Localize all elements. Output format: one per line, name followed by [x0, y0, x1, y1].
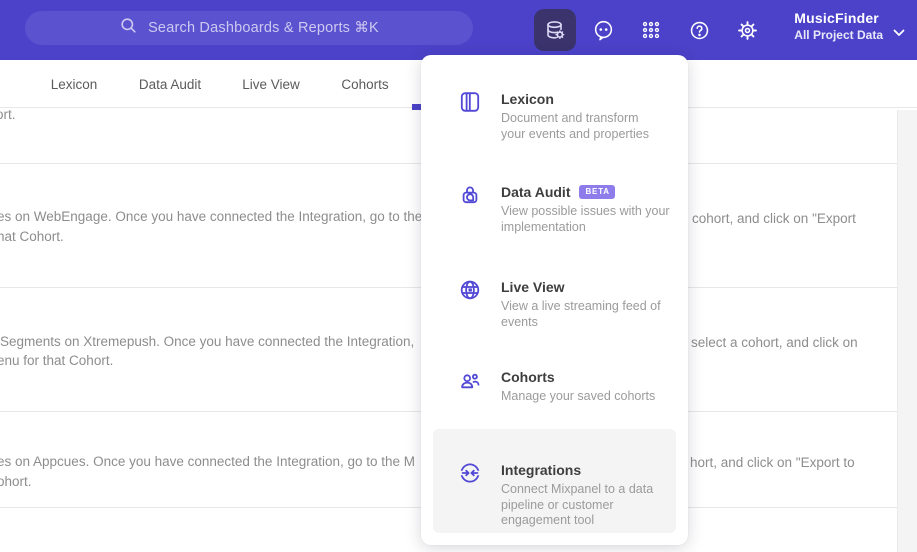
top-app-bar: Search Dashboards & Reports ⌘K MusicFind… [0, 0, 917, 60]
content-text: ort. [0, 107, 16, 122]
menu-item-title: Live View [501, 279, 565, 295]
project-subtitle: All Project Data [794, 28, 883, 42]
app-window: ort. es on WebEngage. Once you have conn… [0, 0, 917, 552]
content-text: ohort. [0, 474, 32, 489]
data-management-button[interactable] [534, 9, 576, 51]
gear-icon [736, 19, 759, 42]
feedback-icon [592, 19, 615, 42]
settings-button[interactable] [726, 9, 768, 51]
tab-data-audit[interactable]: Data Audit [139, 60, 201, 108]
data-management-menu: Lexicon Document and transform your even… [421, 55, 688, 545]
menu-item-description: View possible issues with your implement… [501, 204, 670, 234]
apps-grid-button[interactable] [630, 9, 672, 51]
project-name: MusicFinder [794, 10, 879, 26]
search-input[interactable]: Search Dashboards & Reports ⌘K [25, 11, 473, 45]
menu-item-cohorts[interactable]: Cohorts Manage your saved cohorts [458, 368, 676, 405]
content-text: select a cohort, and click on [691, 335, 858, 350]
integration-arrows-icon [457, 461, 483, 485]
menu-item-title: Integrations [501, 462, 582, 478]
menu-item-title: Data Audit [501, 184, 571, 200]
menu-item-title: Cohorts [501, 369, 555, 385]
help-icon [688, 19, 711, 42]
active-tab-indicator [412, 104, 421, 110]
feedback-button[interactable] [582, 9, 624, 51]
menu-item-integrations[interactable]: Integrations Connect Mixpanel to a data … [457, 461, 676, 529]
menu-item-description: Manage your saved cohorts [501, 389, 656, 403]
globe-icon [458, 278, 482, 302]
content-text: cohort, and click on "Export [692, 211, 856, 226]
menu-item-title: Lexicon [501, 91, 554, 107]
help-button[interactable] [678, 9, 720, 51]
menu-item-description: Connect Mixpanel to a data pipeline or c… [501, 482, 654, 527]
tab-live-view[interactable]: Live View [242, 60, 300, 108]
people-icon [458, 368, 482, 392]
content-text: es on WebEngage. Once you have connected… [0, 209, 423, 224]
menu-item-description: View a live streaming feed of events [501, 299, 661, 329]
search-icon [119, 16, 138, 40]
content-text: es on Appcues. Once you have connected t… [0, 454, 416, 469]
book-icon [458, 90, 482, 114]
content-text: hat Cohort. [0, 229, 64, 244]
content-text: hort, and click on "Export to [690, 455, 855, 470]
audit-lock-icon [458, 183, 482, 207]
content-text: Segments on Xtremepush. Once you have co… [0, 334, 415, 349]
content-text: enu for that Cohort. [0, 353, 114, 368]
tab-cohorts[interactable]: Cohorts [341, 60, 388, 108]
data-management-icon [543, 18, 567, 42]
menu-item-live-view[interactable]: Live View View a live streaming feed of … [458, 278, 676, 330]
menu-item-description: Document and transform your events and p… [501, 111, 650, 141]
menu-item-lexicon[interactable]: Lexicon Document and transform your even… [458, 90, 676, 142]
search-placeholder: Search Dashboards & Reports ⌘K [148, 20, 379, 36]
project-selector[interactable]: MusicFinder All Project Data [794, 10, 883, 42]
chevron-down-icon[interactable] [893, 24, 905, 42]
menu-item-data-audit[interactable]: Data Audit BETA View possible issues wit… [458, 183, 676, 235]
vertical-scrollbar[interactable] [897, 110, 917, 552]
tab-lexicon[interactable]: Lexicon [51, 60, 98, 108]
apps-grid-icon [640, 19, 662, 41]
beta-badge: BETA [579, 185, 615, 199]
